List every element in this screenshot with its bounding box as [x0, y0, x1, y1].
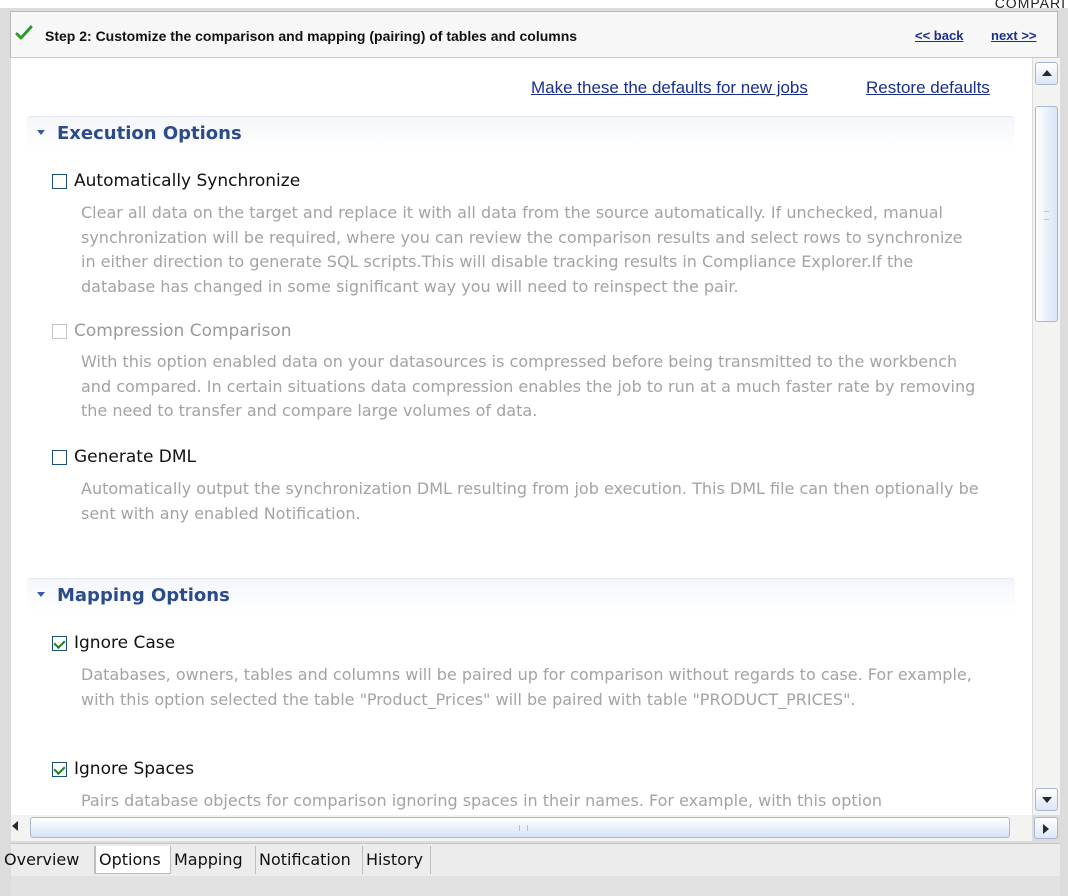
- tab-mapping[interactable]: Mapping: [171, 846, 256, 874]
- mapping-options-header[interactable]: Mapping Options: [27, 578, 1015, 612]
- scroll-right-button[interactable]: [1034, 817, 1058, 839]
- arrow-up-icon: [1042, 70, 1052, 76]
- arrow-down-icon: [1042, 797, 1052, 803]
- editor-tab-bar: Overview Options Mapping Notification Hi…: [4, 843, 1060, 876]
- arrow-right-icon: [1043, 824, 1049, 834]
- generate-dml-checkbox[interactable]: [52, 450, 67, 465]
- automatically-synchronize-checkbox[interactable]: [52, 174, 67, 189]
- option-label-generate-dml[interactable]: Generate DML: [74, 447, 196, 467]
- check-mark-icon: [53, 636, 66, 650]
- step-header: Step 2: Customize the comparison and map…: [10, 11, 1058, 58]
- ignore-case-checkbox[interactable]: [52, 636, 67, 651]
- vertical-scrollbar[interactable]: [1033, 58, 1060, 815]
- scroll-left-icon[interactable]: [12, 821, 18, 831]
- options-panel: Make these the defaults for new jobs Res…: [11, 58, 1032, 815]
- option-label-ignore-spaces[interactable]: Ignore Spaces: [74, 759, 194, 779]
- step-title: Step 2: Customize the comparison and map…: [45, 28, 578, 44]
- restore-defaults-link[interactable]: Restore defaults: [866, 78, 990, 98]
- option-description-generate-dml: Automatically output the synchronization…: [81, 479, 979, 523]
- scroll-down-button[interactable]: [1035, 788, 1058, 811]
- option-description-ignore-spaces: Pairs database objects for comparison ig…: [81, 791, 883, 810]
- option-description-ignore-case: Databases, owners, tables and columns wi…: [81, 665, 972, 709]
- scroll-up-button[interactable]: [1035, 62, 1058, 85]
- grip-icon: [519, 825, 528, 831]
- option-label-automatically-synchronize[interactable]: Automatically Synchronize: [74, 171, 300, 191]
- check-icon: [15, 25, 33, 40]
- triangle-down-icon[interactable]: [37, 592, 45, 597]
- option-description-compression-comparison: With this option enabled data on your da…: [81, 352, 976, 420]
- tab-options[interactable]: Options: [95, 846, 171, 874]
- back-link[interactable]: << back: [915, 28, 963, 43]
- option-label-compression-comparison: Compression Comparison: [74, 321, 292, 341]
- make-defaults-link[interactable]: Make these the defaults for new jobs: [531, 78, 808, 98]
- tab-history[interactable]: History: [363, 846, 431, 874]
- option-label-ignore-case[interactable]: Ignore Case: [74, 633, 175, 653]
- section-title-execution: Execution Options: [57, 123, 242, 144]
- tab-overview[interactable]: Overview: [1, 846, 95, 874]
- vertical-scroll-thumb[interactable]: [1035, 106, 1058, 322]
- next-link[interactable]: next >>: [991, 28, 1037, 43]
- section-title-mapping: Mapping Options: [57, 585, 230, 606]
- check-mark-icon: [53, 762, 66, 776]
- status-strip: [11, 876, 1060, 896]
- horizontal-scroll-thumb[interactable]: [30, 817, 1010, 838]
- compression-comparison-checkbox[interactable]: [52, 324, 67, 339]
- ignore-spaces-checkbox[interactable]: [52, 762, 67, 777]
- option-description-automatically-synchronize: Clear all data on the target and replace…: [81, 203, 963, 296]
- triangle-down-icon[interactable]: [37, 130, 45, 135]
- horizontal-scrollbar[interactable]: [11, 815, 1032, 841]
- tab-notification[interactable]: Notification: [256, 846, 363, 874]
- grip-icon: [1044, 211, 1049, 220]
- execution-options-header[interactable]: Execution Options: [27, 116, 1015, 150]
